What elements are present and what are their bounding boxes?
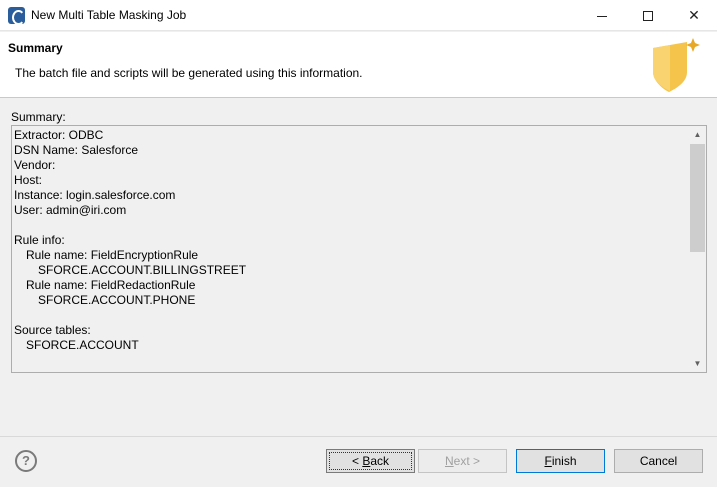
summary-label: Summary: [11,110,66,124]
page-title: Summary [8,41,63,55]
wizard-banner: Summary The batch file and scripts will … [0,32,717,98]
window-title: New Multi Table Masking Job [31,8,187,22]
summary-line: Rule name: FieldEncryptionRule [26,248,199,262]
summary-line: Extractor: ODBC [14,128,104,142]
summary-line: Rule info: [14,233,65,247]
vertical-scrollbar[interactable]: ▲ ▼ [689,126,706,372]
summary-line: Host: [14,173,43,187]
app-icon [8,7,25,25]
summary-line: SFORCE.ACCOUNT.PHONE [38,293,196,307]
minimize-button[interactable] [579,0,625,31]
maximize-icon [643,11,653,22]
back-button[interactable]: < Back [326,449,415,473]
wizard-shield-icon [653,38,700,92]
summary-line: SFORCE.ACCOUNT.BILLINGSTREET [38,263,247,277]
summary-line: Rule name: FieldRedactionRule [26,278,196,292]
help-icon[interactable]: ? [15,450,37,472]
summary-line: Source tables: [14,323,91,337]
summary-line: Vendor: [14,158,56,172]
scroll-down-arrow-icon[interactable]: ▼ [689,355,706,372]
close-button[interactable]: ✕ [671,0,717,31]
next-button: Next > [418,449,507,473]
page-description: The batch file and scripts will be gener… [15,66,363,80]
cancel-button[interactable]: Cancel [614,449,703,473]
summary-text-area[interactable]: Extractor: ODBC DSN Name: Salesforce Vendo… [11,125,707,373]
maximize-button[interactable] [625,0,671,31]
summary-line [14,308,688,323]
footer-divider [0,436,717,437]
scrollbar-thumb[interactable] [690,144,705,252]
summary-line: Instance: login.salesforce.com [14,188,176,202]
close-icon: ✕ [688,7,700,23]
summary-line [14,218,688,233]
summary-line: DSN Name: Salesforce [14,143,139,157]
scroll-up-arrow-icon[interactable]: ▲ [689,126,706,143]
summary-line: User: admin@iri.com [14,203,127,217]
title-bar: New Multi Table Masking Job ✕ [0,0,717,31]
summary-content: Extractor: ODBC DSN Name: Salesforce Vendo… [14,128,688,370]
minimize-icon [597,15,607,17]
summary-line: SFORCE.ACCOUNT [26,338,139,352]
finish-button[interactable]: Finish [516,449,605,473]
